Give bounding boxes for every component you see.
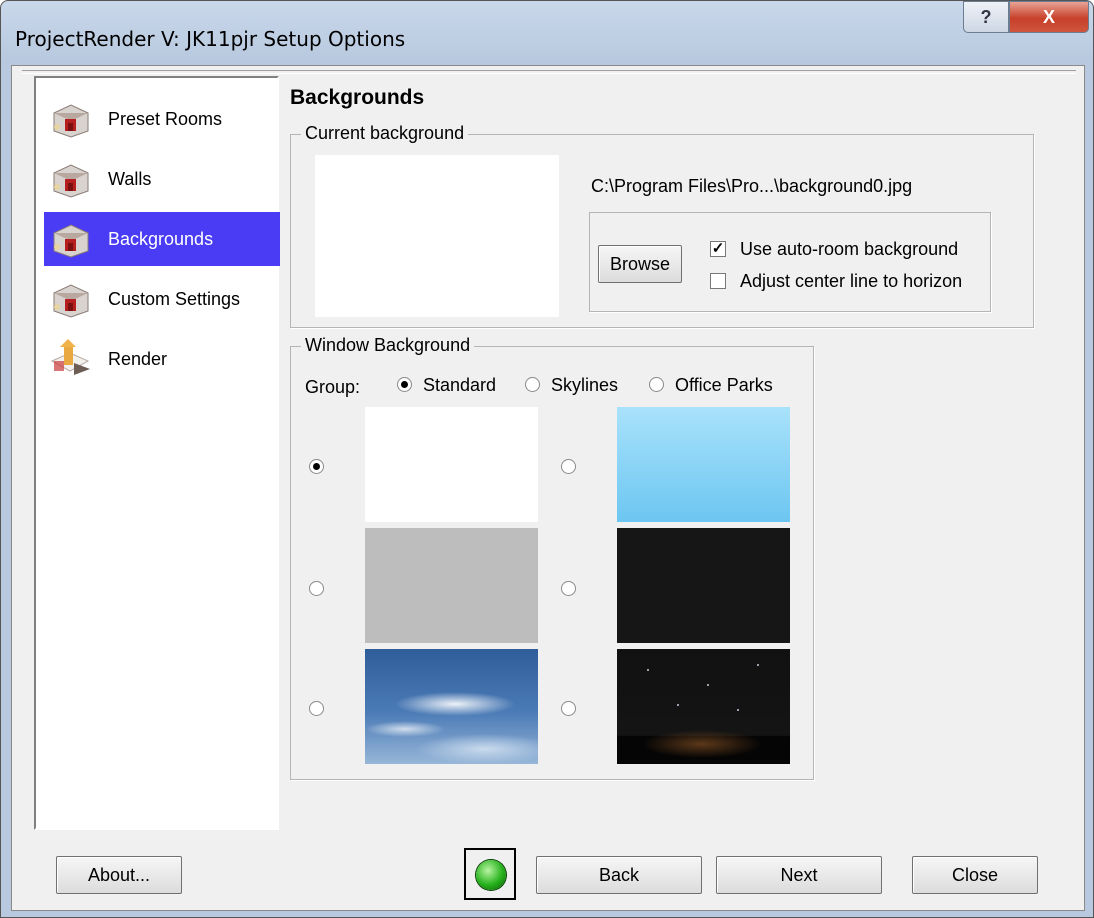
group-skylines-radio[interactable] bbox=[525, 377, 540, 392]
background-file-path: C:\Program Files\Pro...\background0.jpg bbox=[591, 176, 913, 196]
browse-button[interactable]: Browse bbox=[598, 245, 682, 283]
dialog-client-area: Preset Rooms Walls Backgrounds Custom Se… bbox=[11, 65, 1085, 911]
background-gray-radio[interactable] bbox=[309, 581, 324, 596]
page-title: Backgrounds bbox=[290, 86, 425, 109]
close-button[interactable]: Close bbox=[912, 856, 1038, 894]
category-list: Preset Rooms Walls Backgrounds Custom Se… bbox=[34, 76, 280, 830]
background-black-radio[interactable] bbox=[561, 581, 576, 596]
group-legend: Current background bbox=[301, 123, 469, 144]
group-label: Group: bbox=[305, 377, 361, 397]
status-indicator bbox=[464, 848, 516, 900]
background-options-box: Browse ✓ Use auto-room background Adjust… bbox=[589, 212, 991, 312]
group-office-parks-radio[interactable] bbox=[649, 377, 664, 392]
sidebar-item-custom-settings[interactable]: Custom Settings bbox=[44, 272, 280, 326]
current-background-preview bbox=[315, 155, 559, 317]
star bbox=[677, 704, 679, 706]
background-light-sky-swatch[interactable] bbox=[617, 407, 790, 522]
adjust-center-line-label: Adjust center line to horizon bbox=[740, 271, 963, 291]
sidebar-item-backgrounds[interactable]: Backgrounds bbox=[44, 212, 280, 266]
background-night-sky-radio[interactable] bbox=[561, 701, 576, 716]
background-white-radio[interactable] bbox=[309, 459, 324, 474]
star bbox=[707, 684, 709, 686]
back-button[interactable]: Back bbox=[536, 856, 702, 894]
sidebar-item-label: Custom Settings bbox=[108, 288, 241, 309]
background-cloudy-sky-radio[interactable] bbox=[309, 701, 324, 716]
next-button[interactable]: Next bbox=[716, 856, 882, 894]
star bbox=[757, 664, 759, 666]
window-background-group: Window Background Group: Standard Skylin… bbox=[290, 335, 814, 780]
room-icon bbox=[48, 219, 94, 259]
window-title: ProjectRender V: JK11pjr Setup Options bbox=[15, 27, 406, 51]
background-cloudy-sky-swatch[interactable] bbox=[365, 649, 538, 764]
adjust-center-line-checkbox[interactable] bbox=[710, 273, 726, 289]
top-separator bbox=[22, 70, 1076, 74]
background-night-sky-swatch[interactable] bbox=[617, 649, 790, 764]
sidebar-item-render[interactable]: Render bbox=[44, 332, 280, 386]
render-icon bbox=[48, 339, 94, 379]
group-office-parks-label: Office Parks bbox=[675, 375, 773, 395]
sidebar-item-label: Render bbox=[108, 348, 168, 369]
use-auto-room-checkbox[interactable]: ✓ bbox=[710, 241, 726, 257]
background-light-sky-radio[interactable] bbox=[561, 459, 576, 474]
star bbox=[737, 709, 739, 711]
group-standard-label: Standard bbox=[423, 375, 497, 395]
background-gray-swatch[interactable] bbox=[365, 528, 538, 643]
background-black-swatch[interactable] bbox=[617, 528, 790, 643]
window-close-button[interactable]: X bbox=[1009, 1, 1089, 33]
group-skylines-label: Skylines bbox=[551, 375, 619, 395]
room-icon bbox=[48, 99, 94, 139]
sidebar-item-walls[interactable]: Walls bbox=[44, 152, 280, 206]
group-standard-radio[interactable] bbox=[397, 377, 412, 392]
sidebar-item-label: Backgrounds bbox=[108, 228, 214, 249]
group-legend: Window Background bbox=[301, 335, 475, 356]
background-white-swatch[interactable] bbox=[365, 407, 538, 522]
help-button[interactable]: ? bbox=[963, 1, 1009, 33]
sidebar-item-label: Preset Rooms bbox=[108, 108, 223, 129]
title-bar[interactable]: ProjectRender V: JK11pjr Setup Options ?… bbox=[1, 1, 1093, 65]
sidebar-item-preset-rooms[interactable]: Preset Rooms bbox=[44, 92, 280, 146]
use-auto-room-label: Use auto-room background bbox=[740, 239, 959, 259]
current-background-group: Current background C:\Program Files\Pro.… bbox=[290, 123, 1034, 328]
room-icon bbox=[48, 279, 94, 319]
room-icon bbox=[48, 159, 94, 199]
sidebar-item-label: Walls bbox=[108, 168, 152, 189]
star bbox=[647, 669, 649, 671]
green-status-light-icon bbox=[476, 860, 506, 890]
about-button[interactable]: About... bbox=[56, 856, 182, 894]
setup-options-window: ProjectRender V: JK11pjr Setup Options ?… bbox=[0, 0, 1094, 918]
